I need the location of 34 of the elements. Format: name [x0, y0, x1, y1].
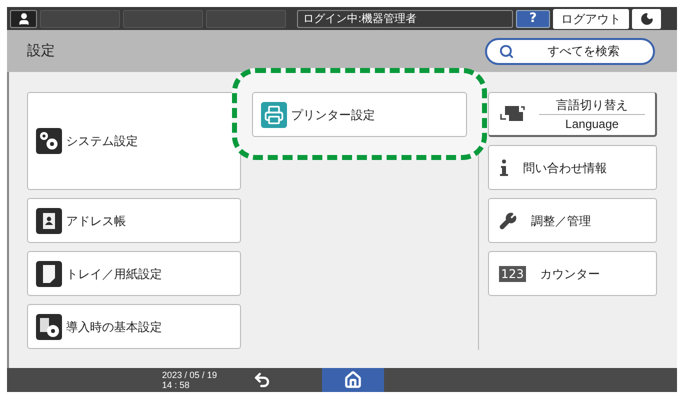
document-gear-icon [36, 314, 62, 340]
home-icon [344, 371, 362, 389]
search-all-button[interactable]: すべてを検索 [485, 38, 655, 64]
wrench-icon [499, 212, 517, 230]
printer-icon [261, 102, 287, 128]
user-button[interactable] [10, 10, 37, 28]
language-sublabel: Language [539, 114, 645, 132]
user-icon [16, 12, 30, 26]
menu-button[interactable]: 調整／管理 [488, 198, 657, 243]
info-icon [499, 158, 509, 176]
menu-button[interactable]: トレイ／用紙設定 [27, 251, 241, 296]
moon-icon [640, 12, 654, 26]
night-mode-button[interactable] [632, 8, 661, 28]
menu-button[interactable]: 導入時の基本設定 [27, 304, 241, 349]
search-icon [499, 44, 514, 58]
paper-icon [36, 260, 62, 286]
address-book-icon [36, 208, 62, 234]
counter-icon: 123 [499, 266, 526, 282]
help-button[interactable]: ? [516, 10, 550, 28]
menu-button[interactable]: 123 カウンター [488, 251, 657, 296]
date-time: 2023 / 05 / 19 14 : 58 [162, 370, 218, 390]
screen-swap-icon [499, 105, 525, 123]
page-title: 設定 [27, 42, 55, 60]
home-button[interactable] [322, 368, 384, 392]
gears-icon [36, 128, 62, 154]
menu-button[interactable]: 言語切り替え Language [488, 92, 657, 137]
logout-button[interactable]: ログアウト [553, 8, 629, 28]
menu-button[interactable]: 問い合わせ情報 [488, 145, 657, 190]
back-arrow-icon [253, 371, 271, 389]
menu-button[interactable]: システム設定 [27, 92, 241, 190]
language-label: 言語切り替え [556, 96, 628, 114]
login-status[interactable]: ログイン中:機器管理者 [297, 10, 513, 28]
menu-button[interactable]: アドレス帳 [27, 198, 241, 243]
menu-button[interactable]: プリンター設定 [252, 92, 467, 137]
